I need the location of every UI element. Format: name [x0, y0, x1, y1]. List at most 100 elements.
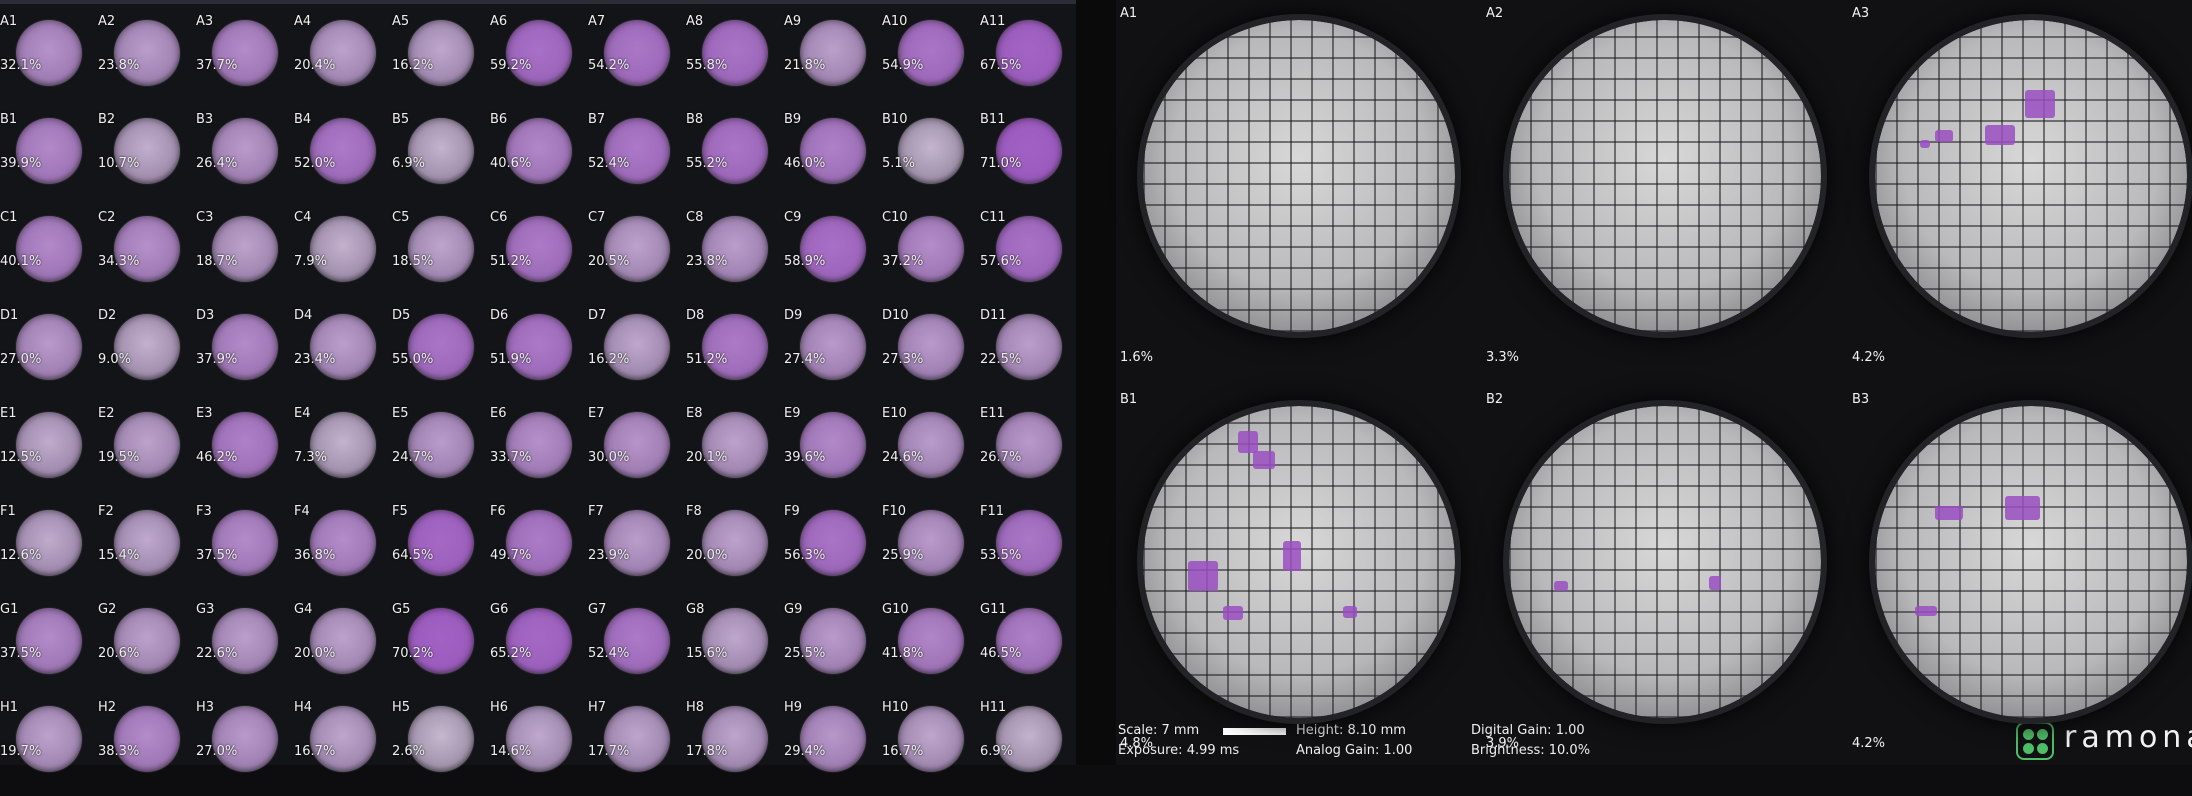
plate-well-a9[interactable]: A9 21.8% — [784, 12, 882, 110]
plate-well-f2[interactable]: F2 15.4% — [98, 502, 196, 600]
well-id-label: D7 — [588, 308, 607, 323]
plate-well-d8[interactable]: D8 51.2% — [686, 306, 784, 404]
plate-well-f5[interactable]: F5 64.5% — [392, 502, 490, 600]
plate-well-c1[interactable]: C1 40.1% — [0, 208, 98, 306]
well-id-label: B10 — [882, 112, 908, 127]
plate-well-b4[interactable]: B4 52.0% — [294, 110, 392, 208]
plate-well-b7[interactable]: B7 52.4% — [588, 110, 686, 208]
plate-well-e8[interactable]: E8 20.1% — [686, 404, 784, 502]
plate-well-c6[interactable]: C6 51.2% — [490, 208, 588, 306]
plate-well-c2[interactable]: C2 34.3% — [98, 208, 196, 306]
plate-well-g5[interactable]: G5 70.2% — [392, 600, 490, 698]
plate-well-h6[interactable]: H6 14.6% — [490, 698, 588, 796]
plate-well-a3[interactable]: A3 37.7% — [196, 12, 294, 110]
plate-well-g1[interactable]: G1 37.5% — [0, 600, 98, 698]
plate-well-a4[interactable]: A4 20.4% — [294, 12, 392, 110]
plate-well-f7[interactable]: F7 23.9% — [588, 502, 686, 600]
plate-well-g11[interactable]: G11 46.5% — [980, 600, 1078, 698]
zoom-well-a1[interactable]: A1 1.6% — [1118, 0, 1476, 365]
plate-well-e2[interactable]: E2 19.5% — [98, 404, 196, 502]
plate-well-e10[interactable]: E10 24.6% — [882, 404, 980, 502]
well-coverage-label: 17.7% — [588, 744, 630, 759]
plate-well-f1[interactable]: F1 12.6% — [0, 502, 98, 600]
plate-well-b5[interactable]: B5 6.9% — [392, 110, 490, 208]
plate-well-e11[interactable]: E11 26.7% — [980, 404, 1078, 502]
plate-well-f11[interactable]: F11 53.5% — [980, 502, 1078, 600]
plate-well-a2[interactable]: A2 23.8% — [98, 12, 196, 110]
plate-well-h1[interactable]: H1 19.7% — [0, 698, 98, 796]
plate-well-h8[interactable]: H8 17.8% — [686, 698, 784, 796]
plate-well-e6[interactable]: E6 33.7% — [490, 404, 588, 502]
plate-well-d5[interactable]: D5 55.0% — [392, 306, 490, 404]
zoom-well-b1[interactable]: B1 4.8% — [1118, 386, 1476, 751]
zoom-well-b2[interactable]: B2 3.9% — [1484, 386, 1842, 751]
plate-well-g6[interactable]: G6 65.2% — [490, 600, 588, 698]
plate-well-e4[interactable]: E4 7.3% — [294, 404, 392, 502]
plate-well-b10[interactable]: B10 5.1% — [882, 110, 980, 208]
plate-well-c11[interactable]: C11 57.6% — [980, 208, 1078, 306]
plate-well-h11[interactable]: H11 6.9% — [980, 698, 1078, 796]
well-coverage-label: 7.9% — [294, 254, 328, 269]
plate-well-d3[interactable]: D3 37.9% — [196, 306, 294, 404]
plate-well-a7[interactable]: A7 54.2% — [588, 12, 686, 110]
plate-well-d7[interactable]: D7 16.2% — [588, 306, 686, 404]
plate-well-b1[interactable]: B1 39.9% — [0, 110, 98, 208]
plate-well-f8[interactable]: F8 20.0% — [686, 502, 784, 600]
plate-well-g7[interactable]: G7 52.4% — [588, 600, 686, 698]
plate-well-g2[interactable]: G2 20.6% — [98, 600, 196, 698]
plate-well-a1[interactable]: A1 32.1% — [0, 12, 98, 110]
plate-well-d9[interactable]: D9 27.4% — [784, 306, 882, 404]
zoom-well-a2[interactable]: A2 3.3% — [1484, 0, 1842, 365]
plate-well-c7[interactable]: C7 20.5% — [588, 208, 686, 306]
plate-well-c3[interactable]: C3 18.7% — [196, 208, 294, 306]
plate-well-b2[interactable]: B2 10.7% — [98, 110, 196, 208]
plate-well-c10[interactable]: C10 37.2% — [882, 208, 980, 306]
plate-well-c4[interactable]: C4 7.9% — [294, 208, 392, 306]
zoom-well-b3[interactable]: B3 4.2% — [1850, 386, 2192, 751]
plate-well-a10[interactable]: A10 54.9% — [882, 12, 980, 110]
zoom-well-a3[interactable]: A3 4.2% — [1850, 0, 2192, 365]
plate-well-b6[interactable]: B6 40.6% — [490, 110, 588, 208]
plate-well-b8[interactable]: B8 55.2% — [686, 110, 784, 208]
plate-well-g9[interactable]: G9 25.5% — [784, 600, 882, 698]
plate-well-h3[interactable]: H3 27.0% — [196, 698, 294, 796]
plate-well-c8[interactable]: C8 23.8% — [686, 208, 784, 306]
plate-well-f4[interactable]: F4 36.8% — [294, 502, 392, 600]
plate-well-h9[interactable]: H9 29.4% — [784, 698, 882, 796]
plate-well-f3[interactable]: F3 37.5% — [196, 502, 294, 600]
plate-well-h10[interactable]: H10 16.7% — [882, 698, 980, 796]
plate-well-h4[interactable]: H4 16.7% — [294, 698, 392, 796]
plate-well-f9[interactable]: F9 56.3% — [784, 502, 882, 600]
plate-well-d11[interactable]: D11 22.5% — [980, 306, 1078, 404]
plate-well-g3[interactable]: G3 22.6% — [196, 600, 294, 698]
plate-well-a5[interactable]: A5 16.2% — [392, 12, 490, 110]
plate-well-e5[interactable]: E5 24.7% — [392, 404, 490, 502]
plate-well-b3[interactable]: B3 26.4% — [196, 110, 294, 208]
plate-well-d6[interactable]: D6 51.9% — [490, 306, 588, 404]
plate-well-d10[interactable]: D10 27.3% — [882, 306, 980, 404]
plate-well-e3[interactable]: E3 46.2% — [196, 404, 294, 502]
plate-well-g4[interactable]: G4 20.0% — [294, 600, 392, 698]
plate-well-e7[interactable]: E7 30.0% — [588, 404, 686, 502]
plate-well-d4[interactable]: D4 23.4% — [294, 306, 392, 404]
well-id-label: F2 — [98, 504, 114, 519]
plate-well-g8[interactable]: G8 15.6% — [686, 600, 784, 698]
stain-region — [1920, 140, 1930, 148]
plate-well-b11[interactable]: B11 71.0% — [980, 110, 1078, 208]
plate-well-f10[interactable]: F10 25.9% — [882, 502, 980, 600]
plate-well-b9[interactable]: B9 46.0% — [784, 110, 882, 208]
plate-well-h5[interactable]: H5 2.6% — [392, 698, 490, 796]
plate-well-d1[interactable]: D1 27.0% — [0, 306, 98, 404]
plate-well-e1[interactable]: E1 12.5% — [0, 404, 98, 502]
plate-well-g10[interactable]: G10 41.8% — [882, 600, 980, 698]
plate-well-c9[interactable]: C9 58.9% — [784, 208, 882, 306]
plate-well-a6[interactable]: A6 59.2% — [490, 12, 588, 110]
plate-well-d2[interactable]: D2 9.0% — [98, 306, 196, 404]
plate-well-e9[interactable]: E9 39.6% — [784, 404, 882, 502]
plate-well-h2[interactable]: H2 38.3% — [98, 698, 196, 796]
plate-well-f6[interactable]: F6 49.7% — [490, 502, 588, 600]
plate-well-a8[interactable]: A8 55.8% — [686, 12, 784, 110]
plate-well-h7[interactable]: H7 17.7% — [588, 698, 686, 796]
plate-well-a11[interactable]: A11 67.5% — [980, 12, 1078, 110]
plate-well-c5[interactable]: C5 18.5% — [392, 208, 490, 306]
